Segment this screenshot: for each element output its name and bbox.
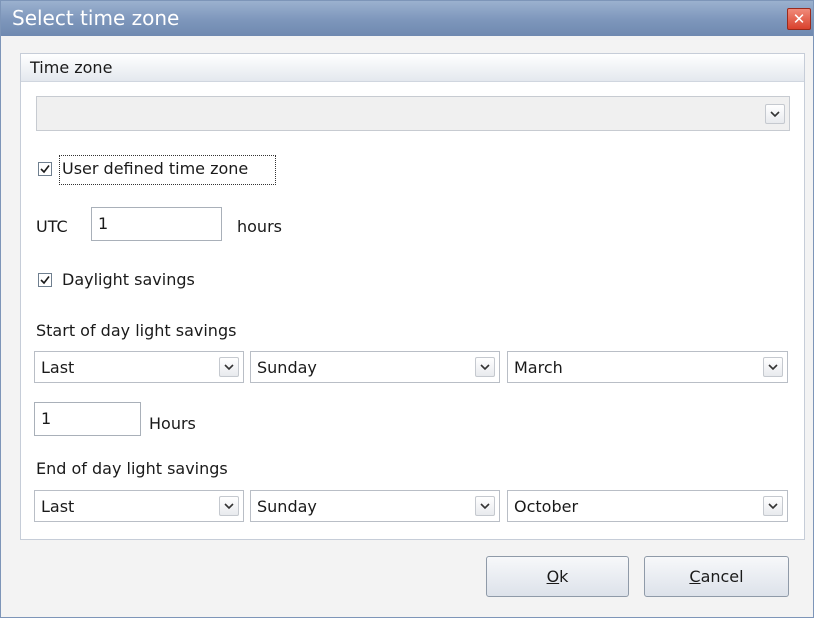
chevron-down-icon xyxy=(770,111,780,118)
end-week-value: Last xyxy=(41,497,75,516)
time-zone-group: Time zone User defined time zone UTC 1 h… xyxy=(20,53,805,540)
user-defined-time-zone-label[interactable]: User defined time zone xyxy=(62,159,248,178)
end-day-value: Sunday xyxy=(257,497,317,516)
cancel-label: ancel xyxy=(700,567,744,586)
group-header: Time zone xyxy=(21,54,804,82)
end-month-select[interactable]: October xyxy=(507,490,788,522)
utc-offset-value: 1 xyxy=(98,214,109,233)
utc-offset-input[interactable]: 1 xyxy=(91,207,222,241)
group-header-label: Time zone xyxy=(30,58,113,77)
ok-mnemonic: O xyxy=(546,567,560,586)
utc-label: UTC xyxy=(36,217,68,236)
checkmark-icon xyxy=(40,165,50,174)
ok-label: k xyxy=(559,567,569,586)
end-month-value: October xyxy=(514,497,579,516)
checkmark-icon xyxy=(40,276,50,285)
close-icon: ✕ xyxy=(792,10,806,28)
start-dst-label: Start of day light savings xyxy=(36,321,237,340)
window-title: Select time zone xyxy=(12,6,180,30)
start-week-select[interactable]: Last xyxy=(34,351,244,383)
start-hours-value: 1 xyxy=(41,409,52,428)
end-dst-label: End of day light savings xyxy=(36,459,228,478)
chevron-down-icon xyxy=(480,364,490,371)
start-week-dropdown-button[interactable] xyxy=(219,357,239,377)
utc-hours-label: hours xyxy=(237,217,282,236)
cancel-mnemonic: C xyxy=(689,567,701,586)
start-day-select[interactable]: Sunday xyxy=(250,351,500,383)
chevron-down-icon xyxy=(480,503,490,510)
close-button[interactable]: ✕ xyxy=(787,8,811,30)
title-bar[interactable]: Select time zone ✕ xyxy=(1,1,813,36)
ok-button[interactable]: Ok xyxy=(486,556,629,597)
start-week-value: Last xyxy=(41,358,75,377)
start-hours-label: Hours xyxy=(149,414,196,433)
daylight-savings-label[interactable]: Daylight savings xyxy=(62,270,195,289)
chevron-down-icon xyxy=(224,503,234,510)
time-zone-select[interactable] xyxy=(36,96,790,131)
select-time-zone-dialog: Select time zone ✕ Time zone User define… xyxy=(0,0,814,618)
user-defined-time-zone-checkbox[interactable] xyxy=(38,162,52,176)
time-zone-dropdown-button[interactable] xyxy=(765,104,785,124)
chevron-down-icon xyxy=(768,364,778,371)
daylight-savings-checkbox[interactable] xyxy=(38,273,52,287)
cancel-button[interactable]: Cancel xyxy=(644,556,789,597)
start-hours-input[interactable]: 1 xyxy=(34,402,141,436)
chevron-down-icon xyxy=(224,364,234,371)
end-day-dropdown-button[interactable] xyxy=(475,496,495,516)
start-month-select[interactable]: March xyxy=(507,351,788,383)
end-day-select[interactable]: Sunday xyxy=(250,490,500,522)
chevron-down-icon xyxy=(768,503,778,510)
start-month-value: March xyxy=(514,358,563,377)
start-month-dropdown-button[interactable] xyxy=(763,357,783,377)
start-day-dropdown-button[interactable] xyxy=(475,357,495,377)
end-week-select[interactable]: Last xyxy=(34,490,244,522)
start-day-value: Sunday xyxy=(257,358,317,377)
end-month-dropdown-button[interactable] xyxy=(763,496,783,516)
end-week-dropdown-button[interactable] xyxy=(219,496,239,516)
